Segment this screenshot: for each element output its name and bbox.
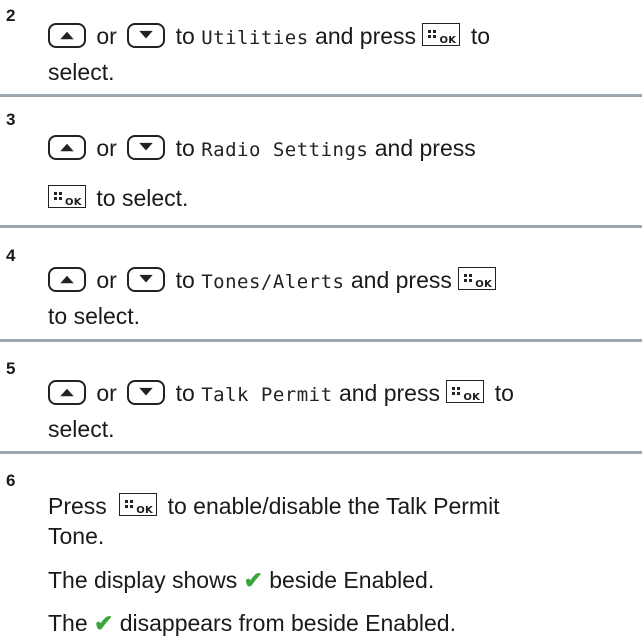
result-disabled: The ✔ disappears from beside Enabled. [48,609,456,637]
text-to-select: to select. [96,185,189,211]
step-instruction: or to Utilities and press OK to [48,22,490,52]
up-arrow-key-icon [48,267,86,293]
result-text-pre: The [48,610,88,636]
step-number: 4 [6,246,16,265]
word-or: or [96,23,117,49]
text-press: Press [48,493,107,519]
result-text-pre: The display shows [48,567,238,593]
menu-ok-key-icon: OK [119,493,158,517]
step-instruction-cont: select. [48,416,115,442]
down-arrow-key-icon [127,23,166,49]
step-instruction: Press OK to enable/disable the Talk Perm… [48,492,500,522]
down-arrow-key-icon [127,135,166,161]
menu-ok-key-icon: OK [458,267,497,291]
word-to: to [175,380,195,406]
word-or: or [96,135,117,161]
divider [0,451,642,454]
step-instruction-cont: Tone. [48,523,105,549]
step-instruction-cont: to select. [48,303,141,329]
step-instruction-cont: select. [48,59,115,85]
down-arrow-key-icon [127,380,166,406]
divider [0,225,642,228]
text-and-press: and press [315,23,417,49]
result-text-post: disappears from beside Enabled. [119,610,456,636]
step-number: 3 [6,110,16,129]
text-to: to [470,23,491,49]
menu-ok-key-icon: OK [48,185,86,209]
step-instruction: or to Radio Settings and press [48,134,476,164]
up-arrow-key-icon [48,380,86,406]
text-and-press: and press [374,135,476,161]
menu-item-name: Talk Permit [201,384,333,406]
text-to: to [494,380,514,406]
step-instruction: or to Talk Permit and press OK to [48,379,514,409]
word-or: or [96,267,117,293]
step-number: 5 [6,359,16,378]
result-text-post: beside Enabled. [269,567,435,593]
step-number: 6 [6,471,16,490]
menu-item-name: Tones/Alerts [201,271,345,293]
text-and-press: and press [338,380,440,406]
divider [0,339,642,342]
menu-ok-key-icon: OK [422,23,461,47]
result-enabled: The display shows ✔ beside Enabled. [48,566,434,594]
text-and-press: and press [350,267,452,293]
checkmark-icon: ✔ [243,567,263,593]
word-to: to [175,267,195,293]
divider [0,94,642,97]
checkmark-icon: ✔ [94,610,114,636]
menu-item-name: Utilities [201,27,309,49]
word-to: to [175,135,195,161]
up-arrow-key-icon [48,23,86,49]
text-enable-disable: to enable/disable the Talk Permit [167,493,500,519]
step-instruction: or to Tones/Alerts and press OK [48,266,500,296]
down-arrow-key-icon [127,267,166,293]
menu-ok-key-icon: OK [446,380,485,404]
up-arrow-key-icon [48,135,86,161]
word-or: or [96,380,117,406]
step-instruction-cont: OK to select. [48,184,188,214]
menu-item-name: Radio Settings [201,139,369,161]
word-to: to [175,23,195,49]
step-number: 2 [6,6,16,25]
